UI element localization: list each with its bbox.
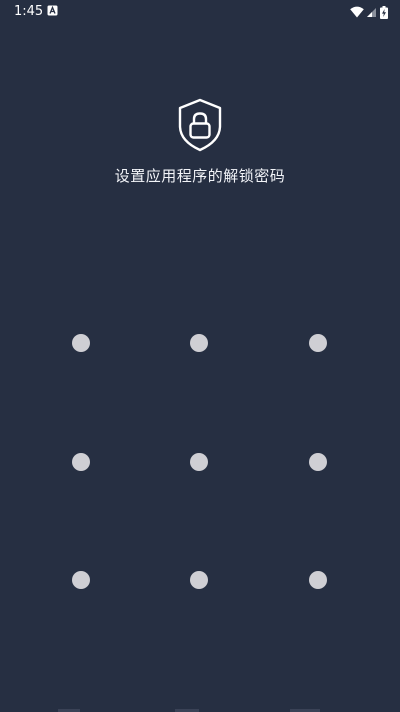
pattern-dot-7[interactable] <box>72 571 90 589</box>
bottom-edge-artifact <box>58 709 320 712</box>
pattern-dot-3[interactable] <box>309 334 327 352</box>
pattern-grid[interactable] <box>0 0 400 712</box>
pattern-dot-2[interactable] <box>190 334 208 352</box>
pattern-dot-1[interactable] <box>72 334 90 352</box>
pattern-dot-8[interactable] <box>190 571 208 589</box>
pattern-dot-4[interactable] <box>72 453 90 471</box>
pattern-dot-9[interactable] <box>309 571 327 589</box>
pattern-dot-5[interactable] <box>190 453 208 471</box>
pattern-dot-6[interactable] <box>309 453 327 471</box>
